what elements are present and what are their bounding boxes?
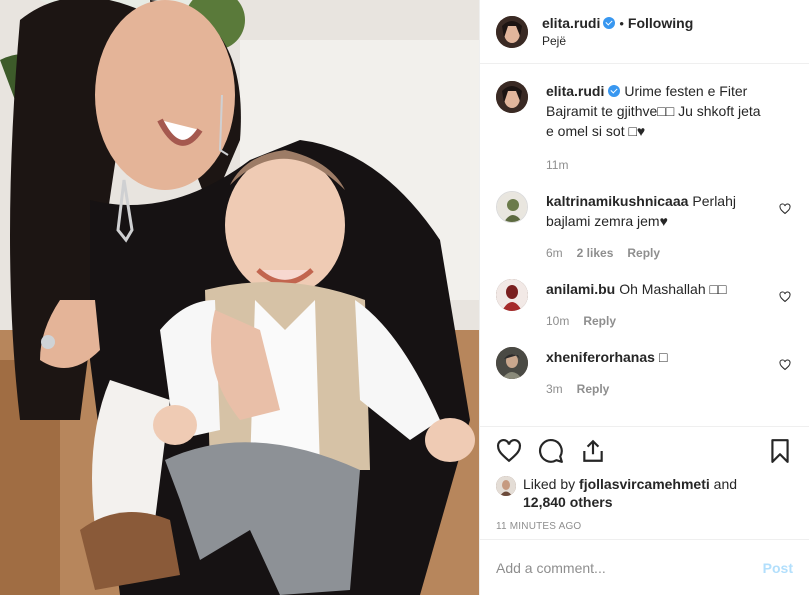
comments-list[interactable]: elita.rudi Urime festen e Fiter Bajramit … [480,65,809,426]
commenter-avatar[interactable] [496,347,528,379]
caption-username[interactable]: elita.rudi [546,83,604,99]
verified-badge-icon [603,17,616,29]
author-avatar[interactable] [496,15,528,48]
heart-icon[interactable] [496,438,522,464]
comment-username[interactable]: anilami.bu [546,281,615,297]
add-comment-bar: Post [480,539,809,595]
reply-button[interactable]: Reply [577,379,610,399]
post-sidebar: elita.rudi • Following Pejë elita.rudi Urim… [479,0,809,595]
commenter-avatar[interactable] [496,191,528,223]
share-icon[interactable] [580,438,606,464]
author-username[interactable]: elita.rudi [542,15,600,31]
comment-time[interactable]: 6m [546,243,563,263]
comment-icon[interactable] [538,438,564,464]
post-modal: elita.rudi • Following Pejë elita.rudi Urim… [0,0,809,595]
bookmark-icon[interactable] [767,438,793,464]
likes-summary: Liked by fjollasvircamehmeti and 12,840 … [496,475,793,511]
post-actions: Liked by fjollasvircamehmeti and 12,840 … [480,426,809,532]
comment-username[interactable]: kaltrinamikushnicaaa [546,193,688,209]
verified-badge-icon [608,85,621,97]
post-location[interactable]: Pejë [542,34,693,48]
reply-button[interactable]: Reply [583,311,616,331]
post-comment-button[interactable]: Post [763,560,793,576]
separator-dot: • [619,16,624,31]
following-button[interactable]: Following [628,15,693,31]
likes-count[interactable]: 12,840 others [523,494,613,510]
comment-item: kaltrinamikushnicaaa Perlahj bajlami zemr… [496,191,793,263]
liker-avatar[interactable] [496,476,516,496]
comment-likes[interactable]: 2 likes [577,243,614,263]
comment-item: anilami.bu Oh Mashallah □□ 10m Reply [496,279,793,331]
post-caption: elita.rudi Urime festen e Fiter Bajramit … [496,81,793,175]
post-header: elita.rudi • Following Pejë [480,0,809,64]
reply-button[interactable]: Reply [627,243,660,263]
commenter-avatar[interactable] [496,279,528,311]
comment-time[interactable]: 3m [546,379,563,399]
comment-username[interactable]: xheniferorhanas [546,349,655,365]
post-timestamp[interactable]: 11 MINUTES AGO [496,521,793,532]
post-photo[interactable] [0,0,479,595]
comment-like-heart-icon[interactable] [779,359,791,371]
comment-text: □ [658,349,668,365]
liked-by-prefix: Liked by [523,476,576,492]
comment-input[interactable] [496,559,763,576]
caption-time[interactable]: 11m [546,155,568,175]
caption-avatar[interactable] [496,81,528,113]
comment-like-heart-icon[interactable] [779,203,791,215]
liked-by-and: and [713,476,738,492]
liked-by-user[interactable]: fjollasvircamehmeti [579,476,710,492]
comment-like-heart-icon[interactable] [779,291,791,303]
comment-text: Oh Mashallah □□ [619,281,727,297]
comment-item: xheniferorhanas □ 3m Reply [496,347,793,399]
comment-time[interactable]: 10m [546,311,569,331]
